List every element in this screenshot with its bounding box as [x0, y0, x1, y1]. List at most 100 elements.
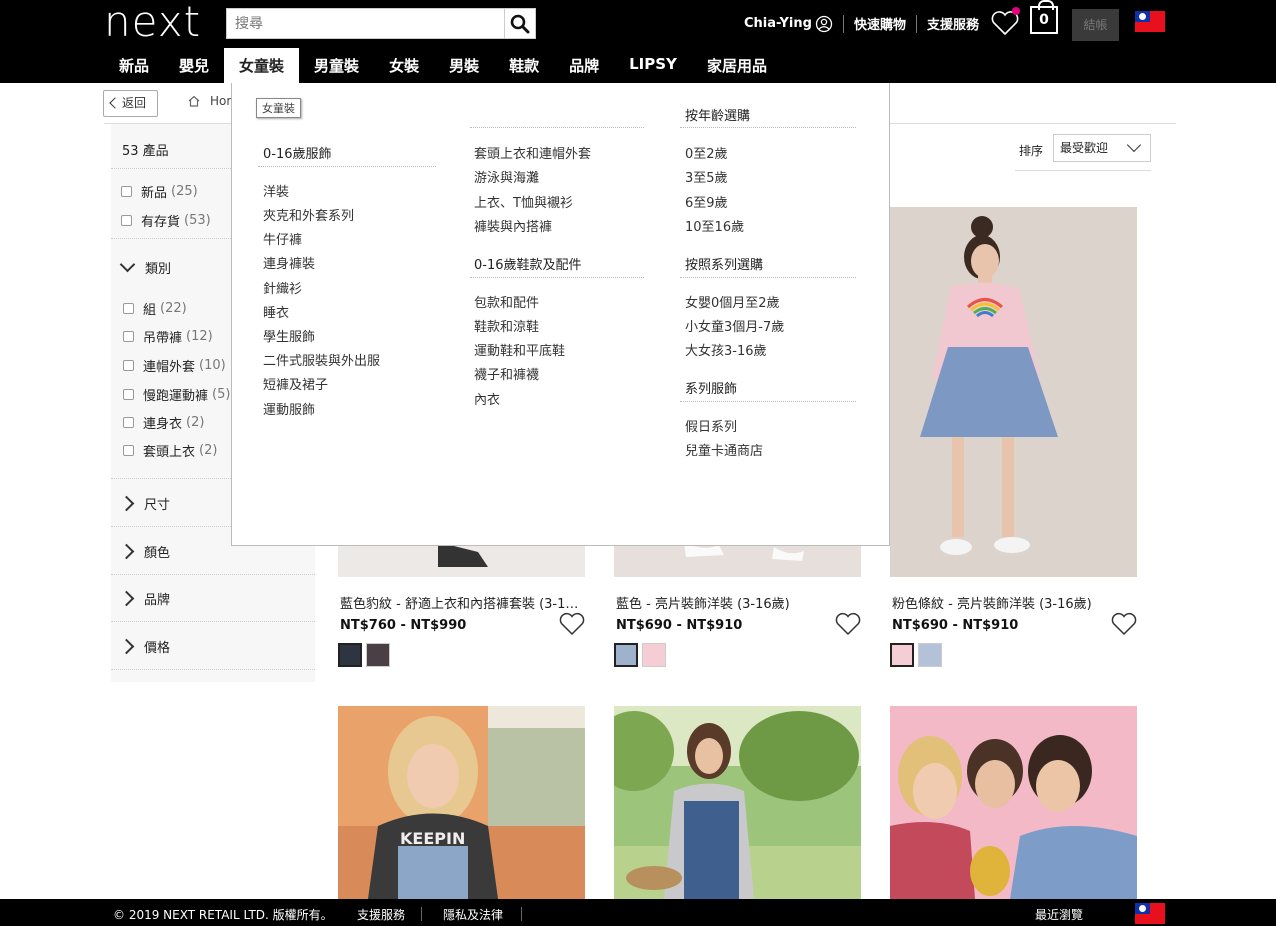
checkbox[interactable]: [123, 389, 134, 400]
mega-link[interactable]: 6至9歲: [685, 192, 728, 211]
search-button[interactable]: [504, 9, 535, 38]
mega-link[interactable]: 襪子和褲襪: [474, 364, 539, 383]
favourite-heart-icon[interactable]: [558, 612, 586, 636]
nav-item-new[interactable]: 新品: [104, 48, 164, 83]
favourite-heart-icon[interactable]: [834, 612, 862, 636]
mega-link[interactable]: 包款和配件: [474, 292, 539, 311]
checkout-button[interactable]: 結帳: [1072, 9, 1119, 41]
checkbox[interactable]: [123, 303, 134, 314]
mega-heading[interactable]: 按照系列選購: [685, 254, 763, 273]
product-image[interactable]: KEEPIN: [338, 706, 585, 899]
section-title: 顏色: [144, 546, 171, 561]
footer-privacy-link[interactable]: 隱私及法律: [443, 906, 503, 923]
mega-link[interactable]: 小女童3個月-7歲: [685, 316, 784, 335]
taiwan-flag-icon[interactable]: [1135, 903, 1165, 924]
mega-link[interactable]: 連身褲裝: [263, 253, 315, 272]
brand-section-toggle[interactable]: 品牌: [118, 589, 170, 608]
mega-link[interactable]: 運動服飾: [263, 399, 315, 418]
category-item[interactable]: 吊帶褲 (12): [123, 327, 213, 346]
mega-heading[interactable]: 按年齡選購: [685, 105, 750, 124]
mega-link[interactable]: 鞋款和涼鞋: [474, 316, 539, 335]
mega-link[interactable]: 內衣: [474, 389, 500, 408]
quick-shop-link[interactable]: 快速購物: [854, 14, 906, 33]
mega-link[interactable]: 兒童卡通商店: [685, 440, 763, 459]
product-title[interactable]: 藍色豹紋 - 舒適上衣和內搭褲套裝 (3-16歲): [340, 593, 582, 612]
mega-link[interactable]: 上衣、T恤與襯衫: [474, 192, 573, 211]
mega-link[interactable]: 睡衣: [263, 302, 289, 321]
mega-link[interactable]: 短褲及裙子: [263, 374, 328, 393]
category-item[interactable]: 套頭上衣 (2): [123, 441, 217, 460]
product-image[interactable]: [890, 706, 1137, 899]
mega-link[interactable]: 針織衫: [263, 278, 302, 297]
user-icon[interactable]: [815, 15, 833, 33]
nav-item-brands[interactable]: 品牌: [554, 48, 614, 83]
checkbox[interactable]: [121, 186, 132, 197]
mega-link[interactable]: 3至5歲: [685, 167, 728, 186]
mega-link[interactable]: 套頭上衣和連帽外套: [474, 143, 591, 162]
mega-link[interactable]: 洋裝: [263, 181, 289, 200]
category-item[interactable]: 連帽外套 (10): [123, 356, 226, 375]
mega-link[interactable]: 二件式服裝與外出服: [263, 350, 380, 369]
nav-item-women[interactable]: 女裝: [374, 48, 434, 83]
taiwan-flag-icon[interactable]: [1135, 11, 1165, 32]
size-section-toggle[interactable]: 尺寸: [118, 494, 170, 513]
checkbox[interactable]: [123, 360, 134, 371]
recently-viewed-link[interactable]: 最近瀏覽: [1035, 906, 1083, 923]
home-icon[interactable]: [188, 95, 200, 107]
nav-item-shoes[interactable]: 鞋款: [494, 48, 554, 83]
nav-item-lipsy[interactable]: LIPSY: [614, 48, 692, 83]
category-item[interactable]: 慢跑運動褲 (5): [123, 385, 230, 404]
product-image[interactable]: [614, 706, 861, 899]
category-label: 慢跑運動褲: [143, 389, 209, 404]
product-image[interactable]: [890, 207, 1137, 577]
user-name[interactable]: Chia-Ying: [744, 16, 812, 31]
mega-heading[interactable]: 0-16歲鞋款及配件: [474, 254, 582, 273]
colour-swatch[interactable]: [918, 643, 942, 667]
price-section-toggle[interactable]: 價格: [118, 637, 170, 656]
support-link[interactable]: 支援服務: [927, 14, 979, 33]
next-logo[interactable]: next: [104, 1, 201, 43]
filter-new[interactable]: 新品 (25): [121, 182, 198, 201]
product-title[interactable]: 粉色條紋 - 亮片裝飾洋裝 (3-16歲): [892, 593, 1134, 612]
mega-link[interactable]: 0至2歲: [685, 143, 728, 162]
mega-link[interactable]: 女嬰0個月至2歲: [685, 292, 780, 311]
checkbox[interactable]: [123, 331, 134, 342]
colour-swatch[interactable]: [614, 643, 638, 667]
search-input[interactable]: [227, 9, 503, 38]
checkbox[interactable]: [123, 417, 134, 428]
nav-item-baby[interactable]: 嬰兒: [164, 48, 224, 83]
mega-link[interactable]: 夾克和外套系列: [263, 205, 354, 224]
back-button[interactable]: 返回: [103, 90, 158, 117]
checkbox[interactable]: [121, 215, 132, 226]
mega-link[interactable]: 褲裝與內搭褲: [474, 216, 552, 235]
colour-swatch[interactable]: [366, 643, 390, 667]
mega-link[interactable]: 牛仔褲: [263, 229, 302, 248]
nav-item-men[interactable]: 男裝: [434, 48, 494, 83]
mega-link[interactable]: 運動鞋和平底鞋: [474, 340, 565, 359]
mega-link[interactable]: 游泳與海灘: [474, 167, 539, 186]
nav-item-boys[interactable]: 男童裝: [299, 48, 374, 83]
mega-link[interactable]: 大女孩3-16歲: [685, 340, 767, 359]
colour-section-toggle[interactable]: 顏色: [118, 542, 171, 561]
favourite-heart-icon[interactable]: [1110, 612, 1138, 636]
nav-item-home[interactable]: 家居用品: [692, 48, 782, 83]
category-section-toggle[interactable]: 類別: [119, 256, 171, 277]
product-title[interactable]: 藍色 - 亮片裝飾洋裝 (3-16歲): [616, 593, 858, 612]
filter-in-stock[interactable]: 有存貨 (53): [121, 211, 211, 230]
mega-heading[interactable]: 0-16歲服飾: [263, 143, 332, 162]
nav-item-girls[interactable]: 女童裝: [224, 48, 300, 83]
svg-text:KEEPIN: KEEPIN: [400, 829, 465, 848]
shopping-bag-button[interactable]: 0: [1030, 0, 1058, 34]
colour-swatch[interactable]: [642, 643, 666, 667]
category-item[interactable]: 組 (22): [123, 299, 187, 318]
footer-support-link[interactable]: 支援服務: [357, 906, 405, 923]
mega-link[interactable]: 假日系列: [685, 416, 737, 435]
checkbox[interactable]: [123, 445, 134, 456]
sort-dropdown[interactable]: 最受歡迎: [1053, 134, 1151, 162]
category-item[interactable]: 連身衣 (2): [123, 413, 204, 432]
mega-link[interactable]: 10至16歲: [685, 216, 744, 235]
colour-swatch[interactable]: [338, 643, 362, 667]
mega-link[interactable]: 學生服飾: [263, 326, 315, 345]
colour-swatch[interactable]: [890, 643, 914, 667]
mega-heading[interactable]: 系列服飾: [685, 378, 737, 397]
